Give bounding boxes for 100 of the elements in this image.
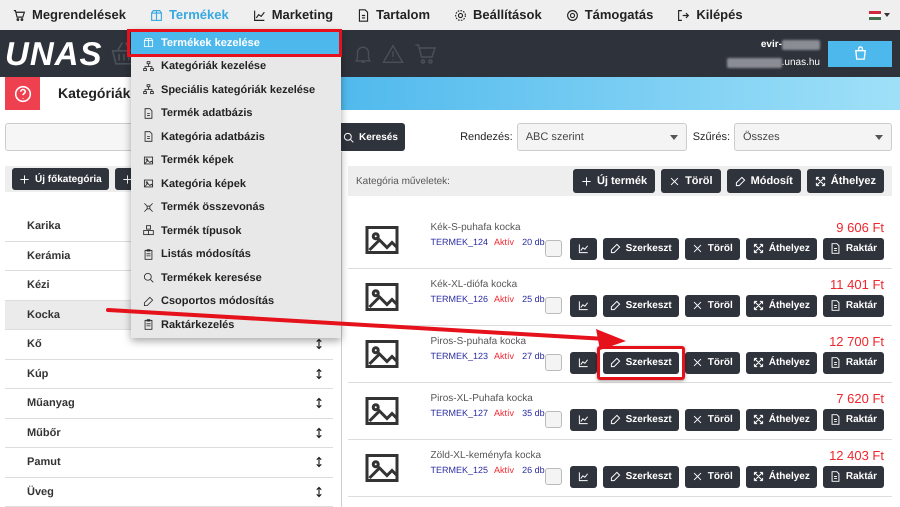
button[interactable]: [570, 238, 597, 260]
close-icon: [692, 357, 703, 368]
edit-icon: [143, 296, 154, 307]
status-text: Aktív: [494, 407, 514, 420]
stock-count: 25 db: [522, 293, 545, 306]
clipboard-icon: [143, 319, 154, 330]
menu-item[interactable]: Termékek keresése: [131, 266, 341, 290]
button[interactable]: Töröl: [684, 294, 740, 316]
button[interactable]: Szerkeszt: [602, 466, 679, 488]
button[interactable]: [570, 294, 597, 316]
category-row[interactable]: Kúp: [5, 360, 333, 389]
nav-link[interactable]: Támogatás: [566, 5, 654, 25]
status-text: Aktív: [494, 236, 514, 249]
document-icon: [143, 131, 154, 142]
help-button[interactable]: [5, 77, 40, 110]
status-text: Aktív: [494, 464, 514, 477]
pencil-icon: [610, 357, 621, 368]
button[interactable]: Áthelyez: [746, 294, 817, 316]
menu-item[interactable]: Csoportos módosítás: [131, 290, 341, 313]
category-row[interactable]: Műbőr: [5, 418, 333, 448]
button[interactable]: Raktár: [822, 408, 884, 430]
button[interactable]: Raktár: [822, 294, 884, 316]
button[interactable]: Új főkategória: [12, 168, 109, 190]
price: 12 403 Ft: [829, 447, 884, 465]
image-icon: [143, 178, 154, 190]
button[interactable]: Raktár: [822, 352, 884, 374]
menu-item[interactable]: Kategória képek: [131, 172, 341, 196]
plus-icon: [122, 174, 133, 184]
nav-link[interactable]: Kilépés: [677, 5, 743, 25]
menu-item[interactable]: Termék adatbázis: [131, 102, 341, 125]
button[interactable]: Szerkeszt: [602, 408, 679, 430]
nav-link[interactable]: Megrendelések: [13, 5, 126, 25]
plus-icon: [19, 174, 30, 184]
nav-link[interactable]: Marketing: [252, 5, 334, 25]
checkbox[interactable]: [544, 411, 562, 428]
chart-icon: [252, 8, 266, 22]
button[interactable]: Töröl: [661, 169, 721, 193]
bag-icon: [852, 46, 868, 61]
button[interactable]: Szerkeszt: [602, 352, 679, 374]
menu-item[interactable]: Listás módosítás: [131, 242, 341, 266]
button[interactable]: Töröl: [684, 352, 740, 374]
stock-count: 27 db: [522, 350, 545, 363]
image-icon: [143, 154, 154, 166]
caret-icon[interactable]: [884, 13, 890, 17]
checkbox[interactable]: [544, 297, 562, 314]
exit-icon: [677, 8, 690, 22]
checkbox[interactable]: [544, 468, 562, 485]
checkbox[interactable]: [544, 354, 562, 371]
move-icon: [752, 243, 764, 254]
price: 12 700 Ft: [829, 333, 884, 351]
menu-item[interactable]: Termék típusok: [131, 219, 341, 242]
chart-icon: [578, 357, 589, 368]
nav-link[interactable]: Beállítások: [454, 5, 542, 25]
lifebuoy-icon: [566, 8, 579, 22]
button[interactable]: [570, 352, 597, 374]
button[interactable]: Töröl: [684, 466, 740, 488]
domain-text: .unas.hu: [782, 56, 820, 70]
move-icon: [752, 414, 764, 425]
cart-icon: [13, 8, 26, 22]
close-icon: [669, 176, 680, 186]
button[interactable]: Raktár: [822, 466, 884, 488]
button[interactable]: Töröl: [684, 408, 740, 430]
button[interactable]: Áthelyez: [746, 238, 817, 260]
merge-icon: [143, 202, 154, 213]
document-icon: [357, 8, 370, 22]
button[interactable]: Szerkeszt: [602, 238, 679, 260]
sort-label: Rendezés:: [460, 130, 513, 145]
product-code: TERMEK_123: [430, 350, 488, 363]
button[interactable]: Áthelyez: [746, 466, 817, 488]
product-name: Kék-XL-diófa kocka: [430, 278, 518, 292]
close-icon: [692, 243, 703, 254]
button[interactable]: [570, 408, 597, 430]
button[interactable]: Módosít: [726, 169, 801, 193]
caret-icon: [670, 134, 678, 140]
sort-select[interactable]: ABC szerint: [516, 123, 687, 151]
page-title: Kategóriák: [58, 84, 130, 103]
filter-select[interactable]: Összes: [734, 123, 892, 151]
stock-count: 26 db: [522, 464, 545, 477]
button[interactable]: Töröl: [684, 238, 740, 260]
move-icon: [752, 471, 764, 482]
nav-link[interactable]: Tartalom: [357, 5, 430, 25]
menu-item[interactable]: Kategóriák kezelése: [131, 54, 341, 78]
button[interactable]: Áthelyez: [746, 408, 817, 430]
menu-item[interactable]: Termék összevonás: [131, 196, 341, 219]
menu-item[interactable]: Speciális kategóriák kezelése: [131, 78, 341, 102]
move-icon: [752, 300, 764, 311]
button[interactable]: Szerkeszt: [602, 294, 679, 316]
document-icon: [143, 108, 154, 119]
button[interactable]: Raktár: [822, 238, 884, 260]
flag-icon[interactable]: [869, 10, 881, 20]
checkbox[interactable]: [544, 240, 562, 257]
category-row[interactable]: Üveg: [5, 478, 333, 507]
stock-count: 35 db: [522, 407, 545, 420]
button[interactable]: [570, 466, 597, 488]
price: 7 620 Ft: [836, 390, 884, 408]
menu-item[interactable]: Termék képek: [131, 148, 341, 172]
button[interactable]: Áthelyez: [806, 169, 884, 193]
button[interactable]: Új termék: [572, 169, 656, 193]
button[interactable]: Áthelyez: [746, 352, 817, 374]
chart-icon: [578, 471, 589, 482]
